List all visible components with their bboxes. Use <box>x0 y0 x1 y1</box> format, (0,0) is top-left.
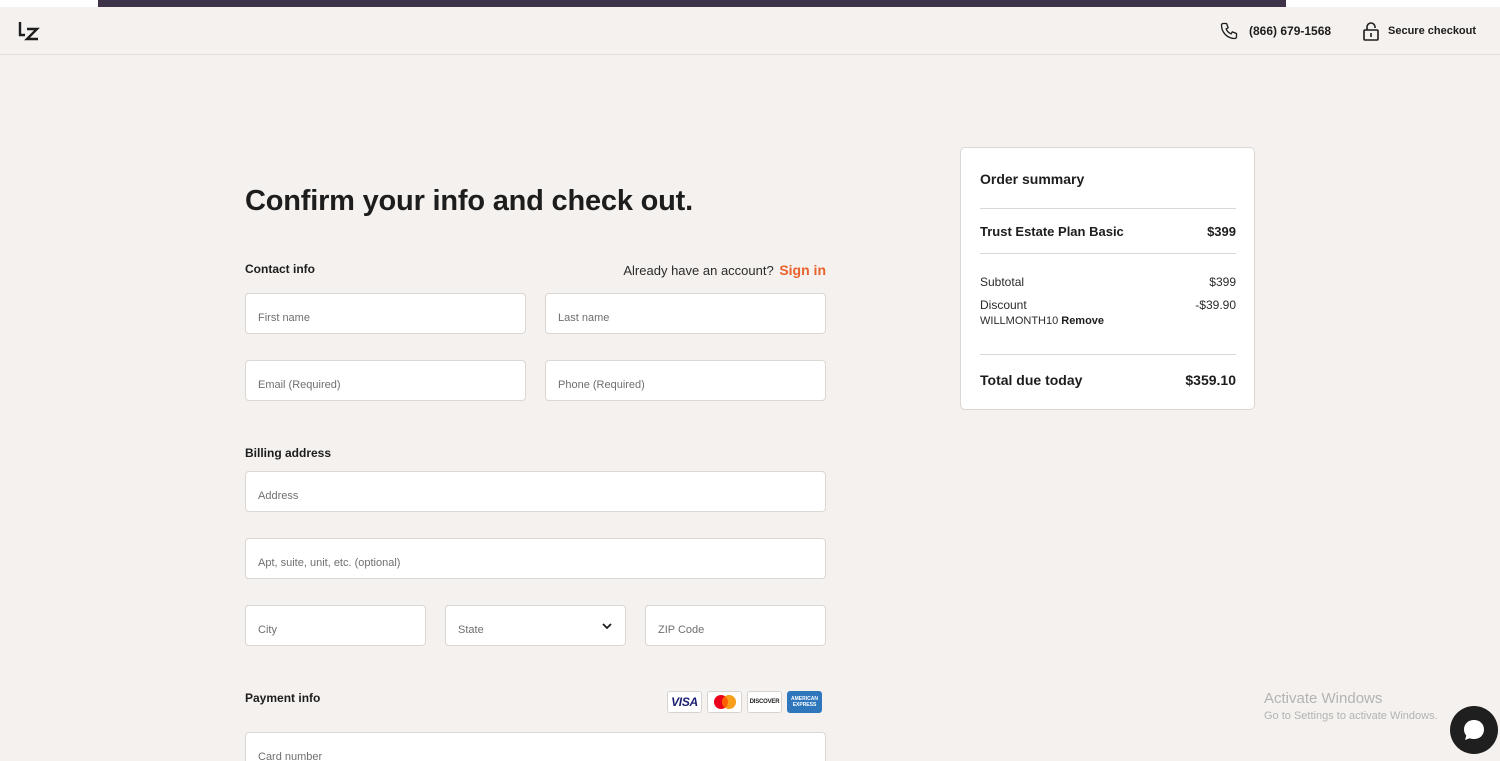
discount-label: Discount <box>980 298 1027 312</box>
page-title: Confirm your info and check out. <box>245 185 693 217</box>
sign-in-link[interactable]: Sign in <box>779 262 826 278</box>
chat-button[interactable] <box>1450 706 1498 754</box>
phone-link[interactable]: (866) 679-1568 <box>1219 21 1331 41</box>
accepted-cards: VISA DISCOVER AMERICAN EXPRESS <box>667 691 822 713</box>
billing-address-label: Billing address <box>245 446 332 460</box>
visa-text: VISA <box>671 695 698 709</box>
address-placeholder: Address <box>258 490 299 502</box>
phone-input[interactable]: Phone (Required) <box>545 360 826 401</box>
line-item: Trust Estate Plan Basic $399 <box>980 224 1236 239</box>
discover-text: DISCOVER <box>749 699 780 705</box>
order-summary: Order summary Trust Estate Plan Basic $3… <box>960 147 1255 410</box>
email-placeholder: Email (Required) <box>258 379 341 391</box>
discover-icon: DISCOVER <box>747 691 782 713</box>
subtotal-label: Subtotal <box>980 275 1025 289</box>
legalzoom-logo-icon[interactable] <box>18 20 40 42</box>
total-row: Total due today $359.10 <box>980 372 1236 388</box>
payment-info-label: Payment info <box>245 691 321 705</box>
card-number-placeholder: Card number <box>258 751 323 761</box>
city-input[interactable]: City <box>245 605 426 646</box>
subtotal-row: Subtotal $399 <box>980 275 1236 289</box>
item-price: $399 <box>1207 224 1236 239</box>
activate-windows-title: Activate Windows <box>1264 690 1383 707</box>
apt-input[interactable]: Apt, suite, unit, etc. (optional) <box>245 538 826 579</box>
total-value: $359.10 <box>1185 372 1236 388</box>
activate-windows-subtitle: Go to Settings to activate Windows. <box>1264 710 1438 722</box>
divider <box>980 253 1236 254</box>
first-name-placeholder: First name <box>258 312 310 324</box>
city-placeholder: City <box>258 624 277 636</box>
chat-bubble-icon <box>1464 720 1484 740</box>
mastercard-icon <box>707 691 742 713</box>
phone-placeholder: Phone (Required) <box>558 379 645 391</box>
state-select[interactable]: State <box>445 605 626 646</box>
item-name: Trust Estate Plan Basic <box>980 224 1124 239</box>
discount-code-row: WILLMONTH10 Remove <box>980 315 1104 327</box>
zip-placeholder: ZIP Code <box>658 624 705 636</box>
chevron-down-icon <box>602 623 612 630</box>
mastercard-logo <box>713 695 736 709</box>
order-summary-title: Order summary <box>980 171 1085 187</box>
site-header: (866) 679-1568 Secure checkout <box>0 7 1500 55</box>
last-name-placeholder: Last name <box>558 312 610 324</box>
phone-icon <box>1220 22 1238 40</box>
first-name-input[interactable]: First name <box>245 293 526 334</box>
apt-placeholder: Apt, suite, unit, etc. (optional) <box>258 557 401 569</box>
address-input[interactable]: Address <box>245 471 826 512</box>
secure-checkout: Secure checkout <box>1362 21 1476 41</box>
discount-code: WILLMONTH10 <box>980 315 1059 327</box>
state-placeholder: State <box>458 624 484 636</box>
remove-discount-button[interactable]: Remove <box>1061 315 1104 327</box>
contact-info-label: Contact info <box>245 262 315 276</box>
card-number-input[interactable]: Card number <box>245 732 826 761</box>
account-prompt: Already have an account? <box>623 263 774 278</box>
email-input[interactable]: Email (Required) <box>245 360 526 401</box>
secure-checkout-label: Secure checkout <box>1388 25 1477 37</box>
signin-row: Already have an account? Sign in <box>623 262 826 278</box>
last-name-input[interactable]: Last name <box>545 293 826 334</box>
total-label: Total due today <box>980 372 1083 388</box>
divider <box>980 208 1236 209</box>
top-strip <box>0 0 1500 7</box>
phone-number: (866) 679-1568 <box>1249 24 1332 38</box>
zip-input[interactable]: ZIP Code <box>645 605 826 646</box>
top-progress-bar <box>98 0 1286 7</box>
subtotal-value: $399 <box>1209 275 1236 289</box>
activate-windows-overlay: Activate Windows Go to Settings to activ… <box>1264 690 1438 722</box>
visa-icon: VISA <box>667 691 702 713</box>
amex-icon: AMERICAN EXPRESS <box>787 691 822 713</box>
divider <box>980 354 1236 355</box>
lock-icon <box>1363 22 1379 41</box>
discount-value: -$39.90 <box>1195 298 1236 312</box>
amex-text: AMERICAN EXPRESS <box>791 696 818 708</box>
discount-row: Discount -$39.90 <box>980 298 1236 312</box>
